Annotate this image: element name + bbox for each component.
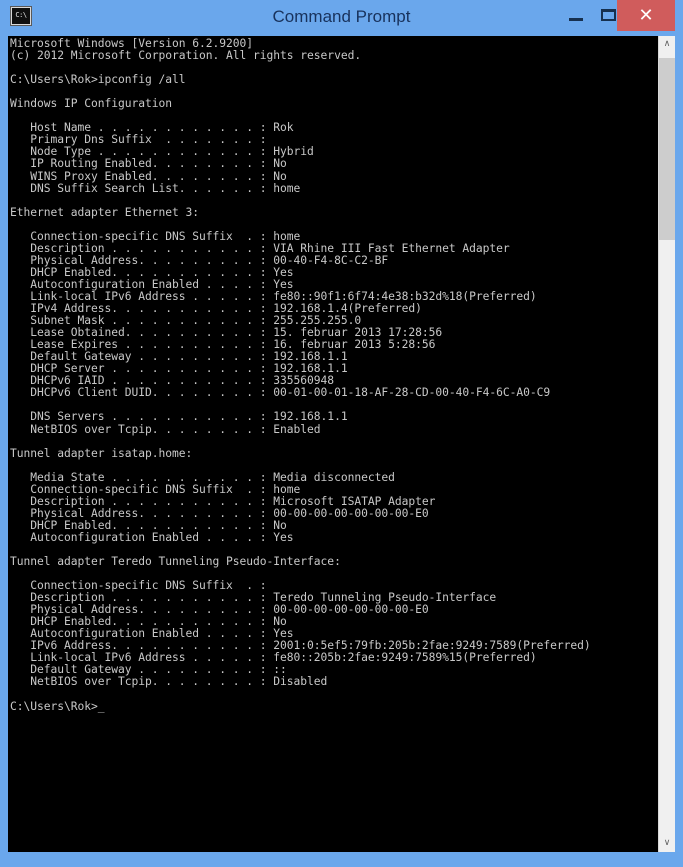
close-icon: ✕ xyxy=(638,5,654,25)
maximize-icon xyxy=(601,9,616,21)
vertical-scrollbar[interactable]: ∧ ∨ xyxy=(658,36,675,852)
app-icon-glyph: C:\ xyxy=(12,8,30,24)
close-button[interactable]: ✕ xyxy=(617,0,675,31)
scrollbar-thumb[interactable] xyxy=(659,58,675,240)
window-bottom-frame xyxy=(0,852,683,867)
console-output-area[interactable]: Microsoft Windows [Version 6.2.9200] (c)… xyxy=(8,36,675,852)
command-prompt-window: C:\ Command Prompt ✕ Microsoft Windows [… xyxy=(0,0,683,867)
console-text: Microsoft Windows [Version 6.2.9200] (c)… xyxy=(10,37,591,713)
title-bar[interactable]: C:\ Command Prompt ✕ xyxy=(0,0,683,34)
minimize-button[interactable] xyxy=(560,0,592,30)
scroll-down-arrow-icon[interactable]: ∨ xyxy=(659,835,675,852)
minimize-icon xyxy=(569,18,583,21)
command-prompt-icon: C:\ xyxy=(10,6,32,26)
scroll-up-arrow-icon[interactable]: ∧ xyxy=(659,36,675,53)
